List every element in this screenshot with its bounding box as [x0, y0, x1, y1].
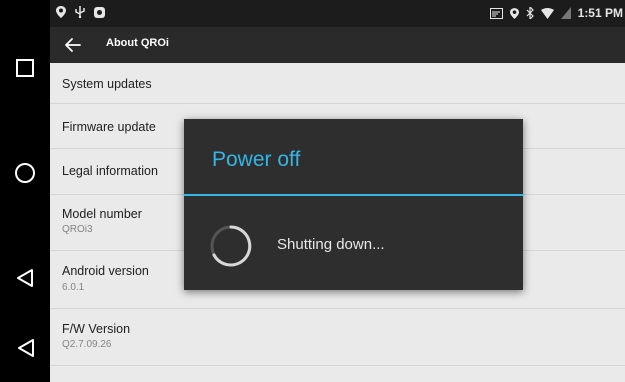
square-icon: [16, 59, 34, 77]
status-time: 1:51 PM: [577, 6, 623, 20]
wifi-icon: [540, 7, 554, 19]
dialog-title: Power off: [212, 148, 301, 171]
progress-spinner-icon: [210, 225, 252, 267]
battery-icon: [560, 7, 571, 19]
status-left-icons: [56, 6, 105, 18]
dialog-divider: [184, 194, 523, 196]
cast-icon: [489, 7, 503, 19]
back-outline-icon: [18, 339, 34, 357]
triangle-back-icon: [17, 269, 33, 287]
back-alt-button[interactable]: [0, 328, 50, 368]
status-bar: 1:51 PM: [50, 0, 625, 27]
location-icon: [56, 6, 66, 18]
action-bar: About QROi: [50, 27, 625, 63]
back-button[interactable]: [0, 258, 50, 298]
circle-icon: [15, 163, 35, 183]
navigation-bar: [0, 0, 50, 382]
app-notification-icon: [94, 6, 105, 18]
page-title: About QROi: [106, 37, 169, 49]
status-right-icons: 1:51 PM: [489, 6, 623, 20]
bluetooth-icon: [526, 7, 534, 19]
location-icon: [509, 7, 519, 19]
usb-icon: [75, 6, 85, 18]
power-off-dialog: Power off Shutting down...: [184, 119, 523, 290]
home-button[interactable]: [0, 153, 50, 193]
back-arrow-icon[interactable]: [64, 36, 82, 54]
recents-button[interactable]: [0, 48, 50, 88]
dialog-message: Shutting down...: [277, 236, 385, 253]
